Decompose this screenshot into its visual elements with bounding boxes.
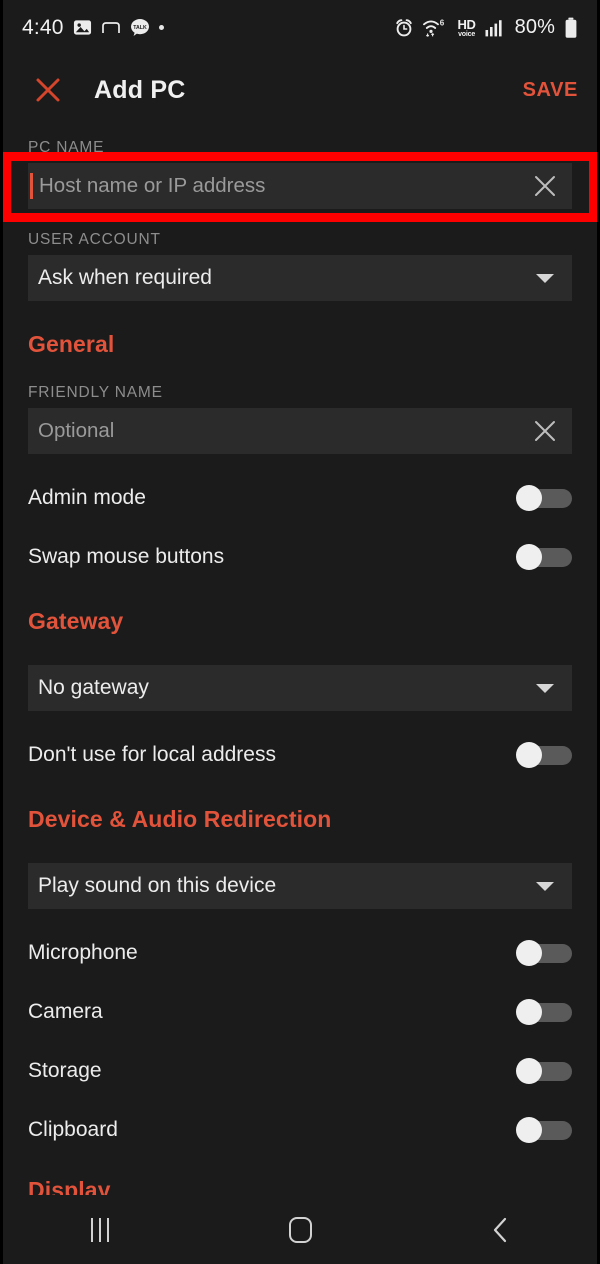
toggle-storage[interactable] (516, 1057, 572, 1084)
setting-label: Admin mode (28, 485, 146, 509)
toggle-dont-use-for-local-address[interactable] (516, 741, 572, 768)
audio-output-value: Play sound on this device (38, 874, 277, 897)
nav-back-button[interactable] (400, 1215, 600, 1245)
close-button[interactable] (20, 76, 76, 104)
battery-percent-label: 80% (514, 16, 555, 38)
screen-edge-left (0, 0, 3, 1264)
signal-bars-icon (485, 19, 504, 37)
pc-name-input[interactable]: Host name or IP address (28, 163, 572, 209)
setting-label: Swap mouse buttons (28, 544, 225, 568)
setting-row-admin-mode[interactable]: Admin mode (0, 468, 600, 527)
app-bar: Add PC SAVE (0, 55, 600, 125)
alarm-icon (394, 18, 414, 38)
setting-label: Microphone (28, 940, 138, 964)
recents-icon (91, 1217, 109, 1242)
status-time: 4:40 (22, 15, 64, 39)
audio-output-select[interactable]: Play sound on this device (28, 863, 572, 909)
friendly-name-input[interactable]: Optional (28, 408, 572, 454)
toggle-clipboard[interactable] (516, 1116, 572, 1143)
chevron-down-icon (536, 683, 554, 693)
pc-name-placeholder: Host name or IP address (39, 174, 266, 197)
user-account-label: USER ACCOUNT (28, 231, 161, 248)
status-bar-right: 6 HD voice 80% (394, 16, 578, 39)
page-title: Add PC (94, 75, 186, 104)
toggle-admin-mode[interactable] (516, 484, 572, 511)
setting-row-storage[interactable]: Storage (0, 1041, 600, 1100)
setting-label: Clipboard (28, 1117, 118, 1141)
setting-label: Don't use for local address (28, 742, 276, 766)
section-header-general: General (28, 331, 115, 357)
close-icon (535, 421, 555, 441)
pc-name-clear-button[interactable] (532, 173, 558, 199)
chevron-down-icon (536, 881, 554, 891)
friendly-name-clear-button[interactable] (532, 418, 558, 444)
phone-screen: 4:40 TALK 6 HD voice 80% Add PC SAVE PC … (0, 0, 600, 1264)
section-header-gateway: Gateway (28, 608, 124, 634)
battery-icon (564, 17, 578, 39)
toggle-microphone[interactable] (516, 939, 572, 966)
arc-notification-icon (101, 21, 121, 35)
close-icon (535, 176, 555, 196)
setting-label: Storage (28, 1058, 102, 1082)
hd-voice-icon: HD voice (457, 16, 476, 38)
settings-scroll-area[interactable]: PC NAME Host name or IP address USER ACC… (0, 125, 600, 1195)
status-bar: 4:40 TALK 6 HD voice 80% (0, 0, 600, 55)
setting-label: Camera (28, 999, 103, 1023)
setting-row-camera[interactable]: Camera (0, 982, 600, 1041)
toggle-camera[interactable] (516, 998, 572, 1025)
friendly-name-placeholder: Optional (38, 419, 115, 442)
back-icon (493, 1217, 507, 1242)
svg-text:6: 6 (440, 19, 445, 28)
toggle-swap-mouse-buttons[interactable] (516, 543, 572, 570)
close-icon (36, 78, 60, 102)
setting-row-swap-mouse-buttons[interactable]: Swap mouse buttons (0, 527, 600, 586)
gallery-icon (73, 18, 92, 37)
setting-row-clipboard[interactable]: Clipboard (0, 1100, 600, 1159)
status-bar-left: 4:40 TALK (22, 16, 164, 40)
friendly-name-label: FRIENDLY NAME (28, 384, 163, 401)
user-account-select[interactable]: Ask when required (28, 255, 572, 301)
setting-row-microphone[interactable]: Microphone (0, 923, 600, 982)
section-header-device-audio-redirection: Device & Audio Redirection (28, 806, 332, 832)
nav-home-button[interactable] (200, 1216, 400, 1243)
nav-recents-button[interactable] (0, 1217, 200, 1242)
save-button[interactable]: SAVE (523, 79, 578, 102)
user-account-value: Ask when required (38, 266, 212, 289)
gateway-value: No gateway (38, 676, 149, 699)
setting-row-dont-use-for-local-address[interactable]: Don't use for local address (0, 725, 600, 784)
chevron-down-icon (536, 273, 554, 283)
dot-icon (158, 25, 164, 30)
gateway-select[interactable]: No gateway (28, 665, 572, 711)
section-header-display: Display (28, 1177, 111, 1195)
system-nav-bar (0, 1195, 600, 1264)
svg-text:TALK: TALK (133, 25, 147, 31)
pc-name-label: PC NAME (28, 139, 105, 156)
kakaotalk-icon: TALK (130, 18, 150, 37)
wifi-6-icon: 6 (423, 18, 448, 37)
home-icon (288, 1216, 312, 1243)
